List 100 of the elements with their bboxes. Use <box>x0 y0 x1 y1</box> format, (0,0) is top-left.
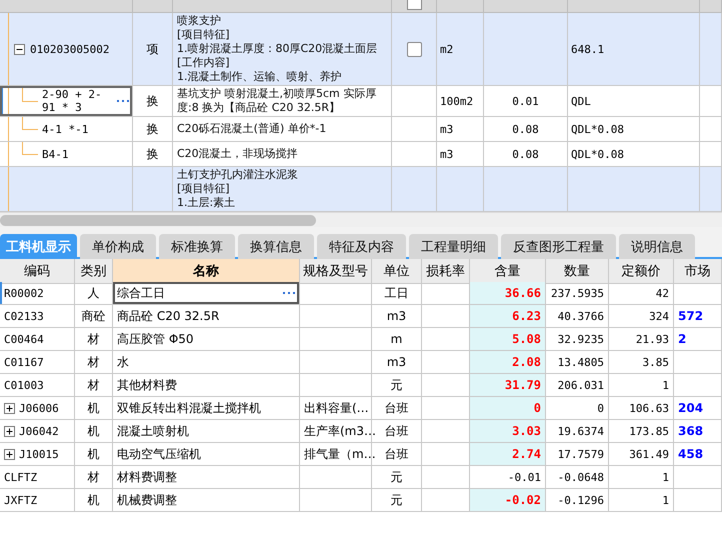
column-header[interactable]: 市场 <box>674 259 722 284</box>
item-code: 2-90 + 2-91 * 3 <box>42 88 103 114</box>
more-icon[interactable] <box>283 291 295 295</box>
expand-icon[interactable] <box>4 402 15 414</box>
quantity-text: 0.01 <box>512 94 539 108</box>
unit-text: m3 <box>440 122 454 136</box>
resource-name: 混凝土喷射机 <box>117 422 189 440</box>
column-header[interactable]: 数量 <box>546 259 609 284</box>
tab[interactable]: 工程量明细 <box>409 234 498 259</box>
item-type: 换 <box>146 120 158 138</box>
base-price-cell: 106.63 <box>609 397 674 420</box>
column-header[interactable]: 类别 <box>75 259 113 284</box>
expand-icon[interactable] <box>4 426 15 436</box>
resource-code: C00464 <box>4 332 44 346</box>
resource-code: CLFTZ <box>4 470 38 484</box>
tab[interactable]: 说明信息 <box>619 234 695 259</box>
item-code: B4-1 <box>42 148 68 160</box>
empty-cell: C20混凝土，非现场搅拌 <box>173 142 392 166</box>
quantity-cell: 206.031 <box>546 374 609 397</box>
resource-code: C02133 <box>4 310 44 322</box>
quantity-cell: 19.6374 <box>546 420 609 443</box>
resource-name: 水 <box>117 354 129 370</box>
empty-cell: 土钉支护孔内灌注水泥浆 [项目特征] 1.土层:素土 <box>173 167 392 211</box>
category-cell: 材 <box>75 328 113 351</box>
base-price-cell: 324 <box>609 305 674 328</box>
resource-code: JXFTZ <box>4 494 38 506</box>
column-header[interactable]: 含量 <box>470 259 546 284</box>
item-code: 4-1 *-1 <box>42 122 88 136</box>
unit-cell: 工日 <box>372 282 422 305</box>
unit-text: m2 <box>440 42 454 56</box>
market-price: 458 <box>678 447 704 461</box>
content-cell: 5.08 <box>470 328 546 351</box>
content-cell: 2.08 <box>470 351 546 374</box>
header-checkbox[interactable] <box>406 0 422 10</box>
resource-name: 高压胶管 Φ50 <box>117 330 194 348</box>
column-header[interactable]: 单位 <box>372 259 422 284</box>
quantity-cell: 40.3766 <box>546 305 609 328</box>
unit-cell: m3 <box>372 351 422 374</box>
base-price-cell: 361.49 <box>609 443 674 466</box>
unit-cell: 元 <box>372 489 422 512</box>
category-cell: 材 <box>75 466 113 489</box>
collapse-icon[interactable] <box>14 44 25 54</box>
checkbox[interactable] <box>406 42 422 56</box>
base-price-cell: 1 <box>609 489 674 512</box>
resource-name: 商品砼 C20 32.5R <box>117 308 220 324</box>
expression-text: QDL <box>571 94 591 108</box>
quantity-cell: 0 <box>546 397 609 420</box>
column-header[interactable]: 名称 <box>113 259 300 284</box>
empty-cell <box>422 466 470 489</box>
resource-name: 材料费调整 <box>117 468 177 486</box>
category-cell: 机 <box>75 443 113 466</box>
unit-cell: 台班 <box>372 397 422 420</box>
resource-name: 其他材料费 <box>117 376 177 394</box>
market-price: 368 <box>678 424 704 438</box>
category-cell: 材 <box>75 351 113 374</box>
more-icon[interactable] <box>117 99 129 103</box>
tab[interactable]: 特征及内容 <box>317 234 406 259</box>
expression-text: 648.1 <box>571 42 604 56</box>
tab[interactable]: 反查图形工程量 <box>501 234 616 259</box>
category-cell: 机 <box>75 420 113 443</box>
resource-code: C01167 <box>4 356 44 368</box>
resource-code: C01003 <box>4 378 44 392</box>
column-header[interactable]: 损耗率 <box>422 259 470 284</box>
resource-name: 机械费调整 <box>117 492 177 508</box>
base-price-cell: 1 <box>609 466 674 489</box>
unit-cell: 台班 <box>372 420 422 443</box>
quantity-cell: 13.4805 <box>546 351 609 374</box>
quantity-text: 0.08 <box>512 148 539 160</box>
column-header[interactable]: 编码 <box>0 259 75 284</box>
market-price: 572 <box>678 309 704 323</box>
unit-text: 100m2 <box>440 94 474 108</box>
resource-code: R00002 <box>4 286 44 300</box>
tab[interactable]: 单价构成 <box>80 234 156 259</box>
unit-cell: m <box>372 328 422 351</box>
market-price: 2 <box>678 332 686 346</box>
category-cell: 人 <box>75 282 113 305</box>
item-code: 010203005002 <box>30 42 110 56</box>
empty-cell: C20砾石混凝土(普通) 单价*-1 <box>173 117 392 141</box>
unit-cell: 台班 <box>372 443 422 466</box>
base-price-cell: 3.85 <box>609 351 674 374</box>
item-type: 项 <box>146 40 158 58</box>
column-header[interactable]: 规格及型号 <box>300 259 372 284</box>
base-price-cell: 21.93 <box>609 328 674 351</box>
resource-name: 电动空气压缩机 <box>117 446 201 462</box>
empty-cell: 基坑支护 喷射混凝土,初喷厚5cm 实际厚度:8 换为【商品砼 C20 32.5R】 <box>173 86 392 116</box>
quantity-cell: -0.1296 <box>546 489 609 512</box>
scrollbar-thumb[interactable] <box>0 215 316 226</box>
empty-cell <box>674 489 722 512</box>
resource-name: 双锥反转出料混凝土搅拌机 <box>117 400 261 416</box>
content-cell: 3.03 <box>470 420 546 443</box>
category-cell: 机 <box>75 397 113 420</box>
column-header[interactable]: 定额价 <box>609 259 674 284</box>
expression-text: QDL*0.08 <box>571 148 624 160</box>
base-price-cell: 1 <box>609 374 674 397</box>
expand-icon[interactable] <box>4 448 15 460</box>
tab[interactable]: 换算信息 <box>238 234 314 259</box>
content-cell: 6.23 <box>470 305 546 328</box>
resource-code: J10015 <box>19 448 59 460</box>
tab[interactable]: 标准换算 <box>159 234 235 259</box>
resource-name: 综合工日 <box>117 284 165 302</box>
